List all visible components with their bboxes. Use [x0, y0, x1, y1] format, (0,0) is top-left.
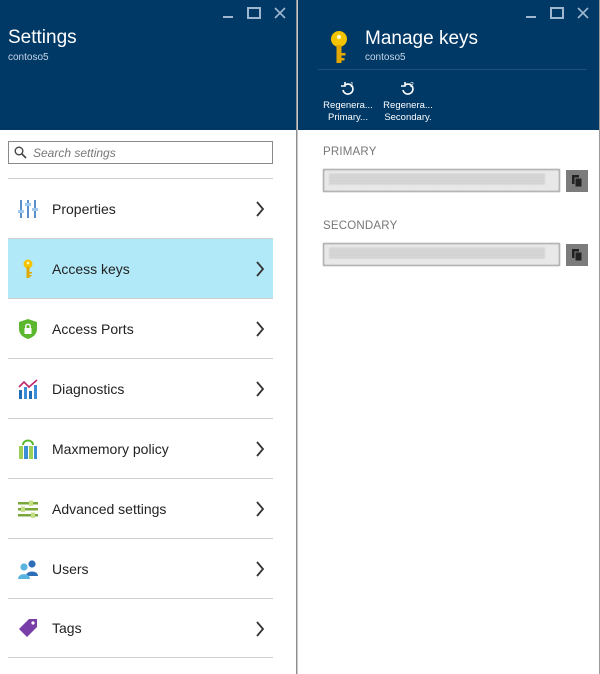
settings-subtitle: contoso5: [8, 52, 49, 63]
copy-primary-button[interactable]: [566, 170, 588, 192]
command-label-line2: Primary...: [328, 112, 368, 123]
close-icon[interactable]: [575, 5, 591, 21]
regenerate-1-icon: 1: [341, 82, 354, 95]
menu-item-access-ports[interactable]: Access Ports: [8, 298, 273, 358]
window-controls: [220, 5, 288, 21]
chevron-right-icon: [256, 621, 265, 637]
menu-item-label: Maxmemory policy: [52, 440, 169, 457]
minimize-icon[interactable]: [220, 5, 236, 21]
shield-lock-icon: [16, 317, 40, 341]
advanced-settings-icon: [16, 497, 40, 521]
menu-item-label: Tags: [52, 620, 82, 636]
manage-keys-header: Manage keys contoso5 1 Regenera... Prima…: [298, 0, 599, 130]
command-label-line1: Regenera...: [323, 100, 373, 111]
key-icon: [16, 257, 40, 281]
menu-item-access-keys[interactable]: Access keys: [8, 238, 273, 298]
primary-key-field[interactable]: ▒▒▒▒▒▒▒▒▒▒▒▒▒▒▒▒▒▒▒▒▒▒▒▒▒▒▒▒▒▒▒▒▒▒▒▒: [323, 169, 560, 192]
menu-item-label: Properties: [52, 200, 116, 217]
close-icon[interactable]: [272, 5, 288, 21]
chevron-right-icon: [256, 441, 265, 457]
regenerate-primary-button[interactable]: 1 Regenera... Primary...: [318, 80, 378, 124]
secondary-label: SECONDARY: [323, 220, 398, 232]
properties-icon: [16, 197, 40, 221]
maxmemory-icon: [16, 437, 40, 461]
chevron-right-icon: [256, 501, 265, 517]
chevron-right-icon: [256, 321, 265, 337]
menu-item-maxmemory-policy[interactable]: Maxmemory policy: [8, 418, 273, 478]
key-icon: [331, 31, 347, 63]
manage-keys-title: Manage keys: [365, 28, 479, 49]
menu-item-tags[interactable]: Tags: [8, 598, 273, 658]
chevron-right-icon: [256, 201, 265, 217]
svg-text:2: 2: [410, 82, 414, 89]
search-input[interactable]: [33, 145, 263, 160]
users-icon: [16, 557, 40, 581]
diagnostics-chart-icon: [16, 377, 40, 401]
chevron-right-icon: [256, 561, 265, 577]
menu-item-label: Access Ports: [52, 320, 134, 337]
search-icon: [14, 146, 27, 159]
menu-item-users[interactable]: Users: [8, 538, 273, 598]
manage-keys-blade: Manage keys contoso5 1 Regenera... Prima…: [297, 0, 600, 674]
menu-item-advanced-settings[interactable]: Advanced settings: [8, 478, 273, 538]
maximize-icon[interactable]: [246, 5, 262, 21]
primary-label: PRIMARY: [323, 146, 377, 158]
svg-text:1: 1: [350, 82, 354, 89]
settings-menu: Properties Access keys Access Ports Diag…: [8, 178, 273, 658]
toolbar-divider: [318, 69, 587, 70]
copy-icon: [572, 249, 583, 262]
menu-item-label: Access keys: [52, 260, 130, 277]
regenerate-2-icon: 2: [401, 82, 414, 95]
tag-icon: [16, 616, 40, 640]
maximize-icon[interactable]: [549, 5, 565, 21]
menu-item-properties[interactable]: Properties: [8, 178, 273, 238]
menu-item-label: Diagnostics: [52, 380, 125, 397]
window-controls: [523, 5, 591, 21]
secondary-key-field[interactable]: ▒▒▒▒▒▒▒▒▒▒▒▒▒▒▒▒▒▒▒▒▒▒▒▒▒▒▒▒▒▒▒▒▒▒▒▒: [323, 243, 560, 266]
minimize-icon[interactable]: [523, 5, 539, 21]
menu-item-diagnostics[interactable]: Diagnostics: [8, 358, 273, 418]
regenerate-secondary-button[interactable]: 2 Regenera... Secondary.: [378, 80, 438, 124]
command-label-line2: Secondary.: [384, 112, 432, 123]
copy-secondary-button[interactable]: [566, 244, 588, 266]
settings-title: Settings: [8, 27, 77, 48]
command-label-line1: Regenera...: [383, 100, 433, 111]
menu-item-label: Users: [52, 560, 89, 577]
manage-keys-subtitle: contoso5: [365, 52, 406, 63]
search-box[interactable]: [8, 141, 273, 164]
chevron-right-icon: [256, 261, 265, 277]
settings-header: Settings contoso5: [0, 0, 296, 130]
settings-blade: Settings contoso5 Properties: [0, 0, 297, 674]
copy-icon: [572, 175, 583, 188]
menu-item-label: Advanced settings: [52, 500, 167, 517]
chevron-right-icon: [256, 381, 265, 397]
